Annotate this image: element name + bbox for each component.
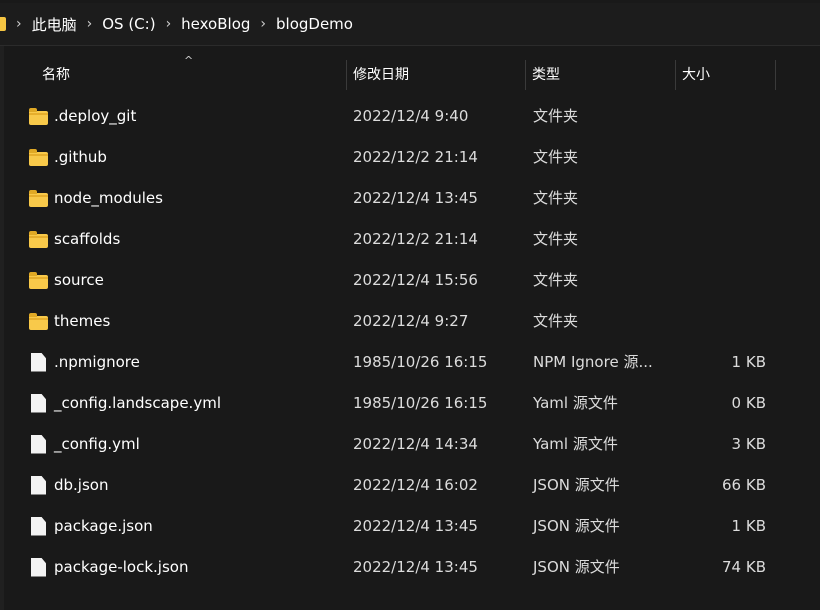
list-item[interactable]: package-lock.json 2022/12/4 13:45 JSON 源文件…: [0, 547, 800, 588]
item-type: JSON 源文件: [533, 517, 620, 535]
list-item[interactable]: themes 2022/12/4 9:27 文件夹: [0, 301, 800, 342]
item-type: NPM Ignore 源...: [533, 353, 653, 371]
file-icon: [31, 393, 46, 413]
list-item[interactable]: _config.yml 2022/12/4 14:34 Yaml 源文件 3 KB: [0, 424, 800, 465]
item-name: .deploy_git: [54, 107, 137, 125]
item-name: _config.yml: [54, 435, 140, 453]
item-type: 文件夹: [533, 312, 579, 330]
item-name: themes: [54, 312, 111, 330]
item-modified-date: 2022/12/4 13:45: [353, 189, 478, 207]
item-name: db.json: [54, 476, 109, 494]
list-item[interactable]: .npmignore 1985/10/26 16:15 NPM Ignore 源..…: [0, 342, 800, 383]
folder-icon: [29, 189, 48, 207]
item-type: JSON 源文件: [533, 476, 620, 494]
folder-icon: [29, 271, 48, 289]
item-type: Yaml 源文件: [533, 435, 618, 453]
item-type: 文件夹: [533, 271, 579, 289]
item-name: package-lock.json: [54, 558, 189, 576]
column-header: ^ 名称 修改日期 类型 大小: [0, 54, 820, 92]
item-size: 66 KB: [722, 476, 766, 494]
file-explorer-window: › 此电脑 › OS (C:) › hexoBlog › blogDemo ^ …: [0, 0, 820, 610]
item-name: node_modules: [54, 189, 163, 207]
list-item[interactable]: package.json 2022/12/4 13:45 JSON 源文件 1 KB: [0, 506, 800, 547]
item-size: 1 KB: [731, 353, 766, 371]
item-type: 文件夹: [533, 107, 579, 125]
chevron-right-icon[interactable]: ›: [166, 16, 172, 32]
item-modified-date: 2022/12/4 15:56: [353, 271, 478, 289]
file-icon: [31, 475, 46, 495]
item-size: 74 KB: [722, 558, 766, 576]
item-modified-date: 1985/10/26 16:15: [353, 394, 488, 412]
folder-icon: [29, 107, 48, 125]
item-modified-date: 2022/12/4 13:45: [353, 517, 478, 535]
item-name: scaffolds: [54, 230, 121, 248]
breadcrumb-blogdemo[interactable]: blogDemo: [276, 15, 353, 33]
column-header-size[interactable]: 大小: [676, 60, 775, 90]
address-bar[interactable]: › 此电脑 › OS (C:) › hexoBlog › blogDemo: [0, 3, 820, 46]
list-item[interactable]: node_modules 2022/12/4 13:45 文件夹: [0, 178, 800, 219]
list-item[interactable]: _config.landscape.yml 1985/10/26 16:15 Yam…: [0, 383, 800, 424]
item-size: 0 KB: [731, 394, 766, 412]
breadcrumb-hexoblog[interactable]: hexoBlog: [181, 15, 250, 33]
folder-icon: [29, 148, 48, 166]
item-name: .github: [54, 148, 107, 166]
folder-icon: [0, 17, 6, 31]
folder-icon: [29, 312, 48, 330]
list-item[interactable]: source 2022/12/4 15:56 文件夹: [0, 260, 800, 301]
item-type: Yaml 源文件: [533, 394, 618, 412]
item-name: _config.landscape.yml: [54, 394, 221, 412]
item-modified-date: 2022/12/4 13:45: [353, 558, 478, 576]
item-name: .npmignore: [54, 353, 140, 371]
column-header-type[interactable]: 类型: [526, 60, 675, 90]
item-size: 1 KB: [731, 517, 766, 535]
item-modified-date: 2022/12/2 21:14: [353, 148, 478, 166]
list-item[interactable]: scaffolds 2022/12/2 21:14 文件夹: [0, 219, 800, 260]
item-name: package.json: [54, 517, 153, 535]
item-name: source: [54, 271, 104, 289]
item-modified-date: 2022/12/2 21:14: [353, 230, 478, 248]
item-modified-date: 2022/12/4 14:34: [353, 435, 478, 453]
column-header-date[interactable]: 修改日期: [347, 60, 525, 90]
item-modified-date: 2022/12/4 9:27: [353, 312, 469, 330]
chevron-right-icon[interactable]: ›: [260, 16, 266, 32]
list-item[interactable]: .github 2022/12/2 21:14 文件夹: [0, 137, 800, 178]
chevron-right-icon[interactable]: ›: [87, 16, 93, 32]
item-type: 文件夹: [533, 230, 579, 248]
file-icon: [31, 557, 46, 577]
item-type: 文件夹: [533, 189, 579, 207]
column-header-name[interactable]: 名称: [36, 60, 346, 90]
breadcrumb-this-pc[interactable]: 此电脑: [32, 14, 77, 35]
breadcrumb-drive[interactable]: OS (C:): [102, 15, 155, 33]
file-icon: [31, 516, 46, 536]
list-item[interactable]: .deploy_git 2022/12/4 9:40 文件夹: [0, 96, 800, 137]
file-list: .deploy_git 2022/12/4 9:40 文件夹 .github 2022/…: [0, 96, 820, 588]
item-type: JSON 源文件: [533, 558, 620, 576]
item-type: 文件夹: [533, 148, 579, 166]
item-modified-date: 2022/12/4 9:40: [353, 107, 469, 125]
file-icon: [31, 352, 46, 372]
chevron-right-icon[interactable]: ›: [16, 16, 22, 32]
item-size: 3 KB: [731, 435, 766, 453]
column-divider[interactable]: [775, 60, 776, 90]
folder-icon: [29, 230, 48, 248]
item-modified-date: 2022/12/4 16:02: [353, 476, 478, 494]
list-item[interactable]: db.json 2022/12/4 16:02 JSON 源文件 66 KB: [0, 465, 800, 506]
file-icon: [31, 434, 46, 454]
item-modified-date: 1985/10/26 16:15: [353, 353, 488, 371]
